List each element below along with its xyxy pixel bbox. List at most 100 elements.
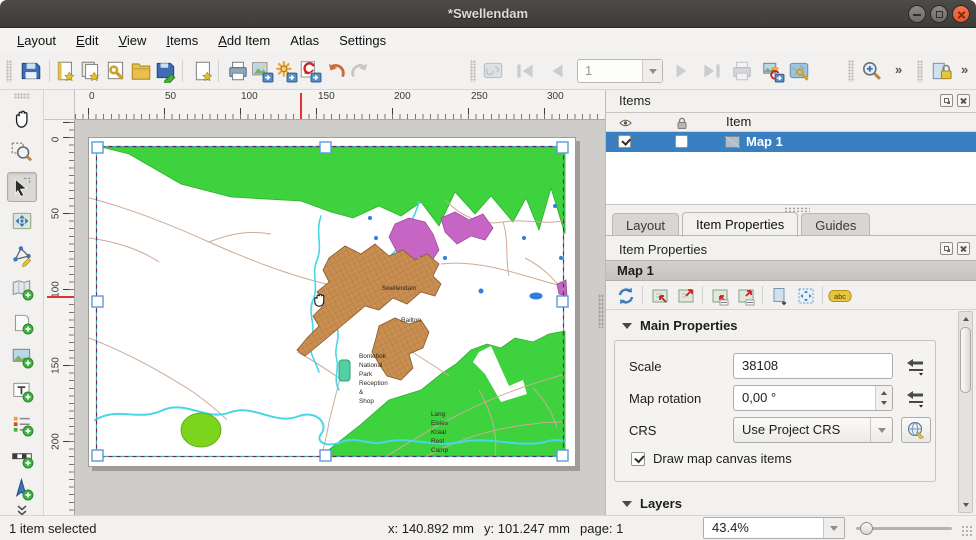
crs-combo[interactable]: Use Project CRS: [733, 417, 893, 443]
menu-atlas[interactable]: Atlas: [281, 30, 328, 51]
menu-settings[interactable]: Settings: [330, 30, 395, 51]
atlas-page-input[interactable]: 1: [577, 59, 663, 83]
add-north-arrow-icon: [10, 477, 34, 501]
layout-manager-button[interactable]: [102, 57, 130, 85]
pan-tool-button[interactable]: [7, 104, 37, 134]
scale-input[interactable]: 38108: [733, 353, 893, 379]
lock-icon: [675, 116, 689, 130]
set-canvas-scale-button[interactable]: [734, 284, 758, 308]
set-map-extent-button[interactable]: [648, 284, 672, 308]
menu-layout[interactable]: Layout: [8, 30, 65, 51]
set-map-scale-button[interactable]: [708, 284, 732, 308]
items-row-map1[interactable]: Map 1: [606, 132, 976, 152]
ruler-label: 50: [165, 91, 176, 102]
menu-view[interactable]: View: [109, 30, 155, 51]
maximize-button[interactable]: [930, 5, 948, 23]
add-label-button[interactable]: [7, 376, 37, 406]
redo-button[interactable]: [346, 57, 374, 85]
collapse-icon: [622, 323, 632, 329]
scrollbar-thumb[interactable]: [960, 327, 971, 393]
atlas-last-feature-button[interactable]: [698, 57, 726, 85]
data-defined-icon: [904, 356, 926, 376]
open-layout-button[interactable]: [127, 57, 155, 85]
export-pdf-button[interactable]: [296, 57, 324, 85]
toolbar-overflow-chevron[interactable]: »: [961, 62, 968, 77]
map-green-pond: [181, 413, 221, 447]
zoom-level-combo[interactable]: 43.4%: [703, 517, 845, 539]
atlas-preview-button[interactable]: [479, 57, 507, 85]
view-extent-in-canvas-button[interactable]: [674, 284, 698, 308]
rotation-data-defined-button[interactable]: [901, 386, 929, 410]
draw-canvas-items-checkbox[interactable]: [631, 452, 645, 466]
tab-guides[interactable]: Guides: [801, 213, 870, 236]
new-layout-button[interactable]: [52, 57, 80, 85]
refresh-map-button[interactable]: [614, 284, 638, 308]
scale-data-defined-button[interactable]: [901, 354, 929, 378]
toolbar-grip[interactable]: [14, 93, 30, 99]
tab-item-properties[interactable]: Item Properties: [682, 212, 798, 237]
crs-settings-button[interactable]: [901, 417, 931, 443]
zoom-slider-thumb[interactable]: [860, 522, 873, 535]
page-settings-button[interactable]: [768, 284, 792, 308]
export-atlas-button[interactable]: [759, 57, 787, 85]
panel-scrollbar[interactable]: [958, 311, 973, 513]
minimize-button[interactable]: [908, 5, 926, 23]
zoom-slider[interactable]: [856, 527, 952, 530]
duplicate-layout-button[interactable]: [77, 57, 105, 85]
toolbar-grip[interactable]: [6, 60, 12, 82]
scroll-up-arrow[interactable]: [959, 312, 972, 326]
lock-items-button[interactable]: [928, 57, 956, 85]
items-column-header: Item: [726, 114, 751, 129]
scroll-down-arrow[interactable]: [959, 498, 972, 512]
edit-nodes-tool-button[interactable]: [7, 240, 37, 270]
move-item-content-tool-button[interactable]: [7, 206, 37, 236]
section-layers[interactable]: Layers: [622, 496, 682, 511]
toolbar-grip[interactable]: [917, 60, 923, 82]
add-picture-button[interactable]: [7, 342, 37, 372]
add-legend-button[interactable]: [7, 410, 37, 440]
atlas-next-feature-button[interactable]: [668, 57, 696, 85]
toolbar-grip[interactable]: [470, 60, 476, 82]
window-resize-grip[interactable]: [961, 525, 973, 537]
float-panel-button[interactable]: [940, 94, 953, 107]
select-move-item-tool-button[interactable]: [7, 172, 37, 202]
atlas-first-feature-button[interactable]: [511, 57, 539, 85]
section-main-properties[interactable]: Main Properties: [622, 318, 738, 333]
print-atlas-button[interactable]: [728, 57, 756, 85]
add-shape-button[interactable]: [7, 308, 37, 338]
visibility-checkbox[interactable]: [618, 135, 631, 148]
menu-add-item[interactable]: Add Item: [209, 30, 279, 51]
save-project-button[interactable]: [17, 57, 45, 85]
atlas-settings-button[interactable]: [785, 57, 813, 85]
zoom-level-value: 43.4%: [704, 518, 823, 538]
interactively-edit-extent-button[interactable]: [794, 284, 818, 308]
menu-items[interactable]: Items: [157, 30, 207, 51]
add-items-from-template-button[interactable]: [190, 57, 218, 85]
tab-layout[interactable]: Layout: [612, 213, 679, 236]
titlebar[interactable]: *Swellendam: [0, 0, 976, 28]
print-atlas-icon: [730, 59, 754, 83]
zoom-tool-button[interactable]: [7, 138, 37, 168]
add-north-arrow-button[interactable]: [7, 474, 37, 504]
save-as-template-button[interactable]: [152, 57, 180, 85]
toolbar-grip[interactable]: [848, 60, 854, 82]
atlas-prev-feature-button[interactable]: [543, 57, 571, 85]
close-button[interactable]: [952, 5, 970, 23]
panel-splitter-handle[interactable]: [598, 294, 604, 328]
float-panel-button[interactable]: [940, 242, 953, 255]
rotation-spinbox[interactable]: 0,00 °: [733, 385, 893, 411]
layout-canvas[interactable]: Swellendam Railton Bontebok National Par…: [75, 120, 605, 515]
close-panel-button[interactable]: [957, 242, 970, 255]
close-panel-button[interactable]: [957, 94, 970, 107]
add-scalebar-button[interactable]: [7, 442, 37, 472]
zoom-in-button[interactable]: [858, 57, 886, 85]
add-map-button[interactable]: [7, 274, 37, 304]
map-item[interactable]: Swellendam Railton Bontebok National Par…: [89, 138, 577, 468]
zoom-dropdown[interactable]: [823, 518, 844, 538]
spin-buttons[interactable]: [875, 386, 892, 410]
atlas-page-dropdown[interactable]: [642, 60, 662, 82]
menu-edit[interactable]: Edit: [67, 30, 107, 51]
labeling-settings-button[interactable]: abc: [828, 284, 852, 308]
lock-checkbox[interactable]: [675, 135, 688, 148]
toolbar-overflow-chevron[interactable]: »: [895, 62, 902, 77]
